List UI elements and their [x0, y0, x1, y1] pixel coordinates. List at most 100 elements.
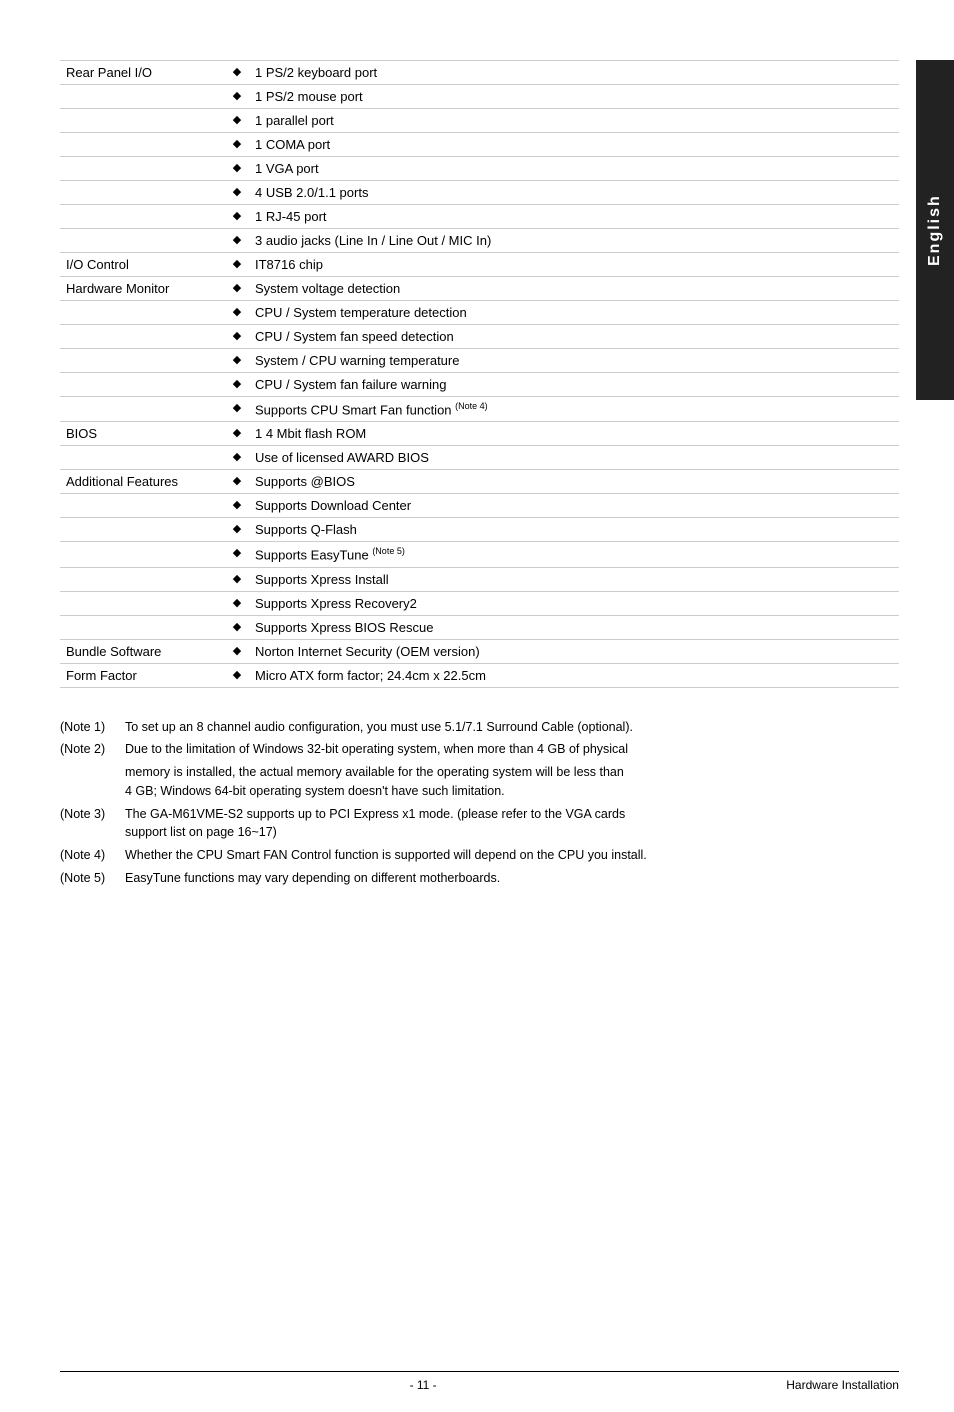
spec-value: IT8716 chip	[249, 253, 899, 277]
spec-label	[60, 349, 225, 373]
spec-value: 1 parallel port	[249, 109, 899, 133]
notes-section: (Note 1)To set up an 8 channel audio con…	[60, 718, 899, 888]
spec-value: System voltage detection	[249, 277, 899, 301]
note-text: EasyTune functions may vary depending on…	[125, 869, 899, 888]
bullet-symbol: ◆	[225, 591, 249, 615]
spec-value: Supports Xpress Install	[249, 567, 899, 591]
spec-label	[60, 397, 225, 422]
bullet-symbol: ◆	[225, 133, 249, 157]
spec-value: Norton Internet Security (OEM version)	[249, 639, 899, 663]
note-item: (Note 4)Whether the CPU Smart FAN Contro…	[60, 846, 899, 865]
spec-label	[60, 542, 225, 567]
spec-value: 1 PS/2 keyboard port	[249, 61, 899, 85]
spec-label: Hardware Monitor	[60, 277, 225, 301]
bullet-symbol: ◆	[225, 301, 249, 325]
bullet-symbol: ◆	[225, 253, 249, 277]
bullet-symbol: ◆	[225, 422, 249, 446]
page-container: English Rear Panel I/O◆1 PS/2 keyboard p…	[0, 60, 954, 1412]
bullet-symbol: ◆	[225, 277, 249, 301]
note-item: (Note 1)To set up an 8 channel audio con…	[60, 718, 899, 737]
note-item: (Note 5)EasyTune functions may vary depe…	[60, 869, 899, 888]
spec-label	[60, 615, 225, 639]
spec-label	[60, 591, 225, 615]
spec-value: Supports Xpress Recovery2	[249, 591, 899, 615]
bullet-symbol: ◆	[225, 639, 249, 663]
spec-value: 1 PS/2 mouse port	[249, 85, 899, 109]
bullet-symbol: ◆	[225, 325, 249, 349]
note-text: To set up an 8 channel audio configurati…	[125, 718, 899, 737]
spec-label	[60, 157, 225, 181]
bullet-symbol: ◆	[225, 181, 249, 205]
bullet-symbol: ◆	[225, 205, 249, 229]
spec-value: Supports Xpress BIOS Rescue	[249, 615, 899, 639]
spec-label: Rear Panel I/O	[60, 61, 225, 85]
english-tab: English	[916, 60, 954, 400]
spec-value: Supports Q-Flash	[249, 518, 899, 542]
footer: - 11 - Hardware Installation	[60, 1371, 899, 1392]
spec-label	[60, 205, 225, 229]
main-content: Rear Panel I/O◆1 PS/2 keyboard port◆1 PS…	[60, 60, 899, 912]
bullet-symbol: ◆	[225, 157, 249, 181]
spec-label: I/O Control	[60, 253, 225, 277]
bullet-symbol: ◆	[225, 349, 249, 373]
note-label: (Note 3)	[60, 805, 125, 843]
spec-value: Use of licensed AWARD BIOS	[249, 446, 899, 470]
spec-label	[60, 109, 225, 133]
note-continuation: memory is installed, the actual memory a…	[125, 763, 899, 801]
spec-label	[60, 133, 225, 157]
bullet-symbol: ◆	[225, 615, 249, 639]
spec-label: Additional Features	[60, 470, 225, 494]
spec-value: Supports CPU Smart Fan function (Note 4)	[249, 397, 899, 422]
bullet-symbol: ◆	[225, 109, 249, 133]
note-label: (Note 5)	[60, 869, 125, 888]
spec-value: 1 4 Mbit flash ROM	[249, 422, 899, 446]
bullet-symbol: ◆	[225, 663, 249, 687]
spec-label	[60, 567, 225, 591]
note-item: (Note 3)The GA-M61VME-S2 supports up to …	[60, 805, 899, 843]
note-label: (Note 1)	[60, 718, 125, 737]
spec-label: BIOS	[60, 422, 225, 446]
spec-value: Supports Download Center	[249, 494, 899, 518]
spec-label	[60, 518, 225, 542]
spec-value: Micro ATX form factor; 24.4cm x 22.5cm	[249, 663, 899, 687]
spec-value: 1 COMA port	[249, 133, 899, 157]
bullet-symbol: ◆	[225, 61, 249, 85]
spec-label	[60, 373, 225, 397]
bullet-symbol: ◆	[225, 85, 249, 109]
bullet-symbol: ◆	[225, 494, 249, 518]
spec-label	[60, 494, 225, 518]
note-text: Due to the limitation of Windows 32-bit …	[125, 740, 899, 759]
bullet-symbol: ◆	[225, 229, 249, 253]
note-label: (Note 2)	[60, 740, 125, 759]
spec-value: Supports EasyTune (Note 5)	[249, 542, 899, 567]
note-text: The GA-M61VME-S2 supports up to PCI Expr…	[125, 805, 899, 843]
spec-value: 1 VGA port	[249, 157, 899, 181]
spec-label	[60, 301, 225, 325]
spec-value: CPU / System temperature detection	[249, 301, 899, 325]
bullet-symbol: ◆	[225, 518, 249, 542]
spec-value: System / CPU warning temperature	[249, 349, 899, 373]
bullet-symbol: ◆	[225, 542, 249, 567]
superscript-note: (Note 5)	[372, 546, 405, 556]
bullet-symbol: ◆	[225, 373, 249, 397]
spec-label: Bundle Software	[60, 639, 225, 663]
footer-center: - 11 -	[410, 1378, 437, 1392]
footer-right: Hardware Installation	[786, 1378, 899, 1392]
spec-label	[60, 85, 225, 109]
spec-value: 4 USB 2.0/1.1 ports	[249, 181, 899, 205]
specs-table: Rear Panel I/O◆1 PS/2 keyboard port◆1 PS…	[60, 60, 899, 688]
spec-label	[60, 325, 225, 349]
spec-label	[60, 229, 225, 253]
spec-label: Form Factor	[60, 663, 225, 687]
note-label: (Note 4)	[60, 846, 125, 865]
bullet-symbol: ◆	[225, 470, 249, 494]
bullet-symbol: ◆	[225, 446, 249, 470]
bullet-symbol: ◆	[225, 397, 249, 422]
spec-label	[60, 446, 225, 470]
note-text: Whether the CPU Smart FAN Control functi…	[125, 846, 899, 865]
spec-value: CPU / System fan failure warning	[249, 373, 899, 397]
spec-value: CPU / System fan speed detection	[249, 325, 899, 349]
spec-label	[60, 181, 225, 205]
spec-value: 3 audio jacks (Line In / Line Out / MIC …	[249, 229, 899, 253]
superscript-note: (Note 4)	[455, 401, 488, 411]
